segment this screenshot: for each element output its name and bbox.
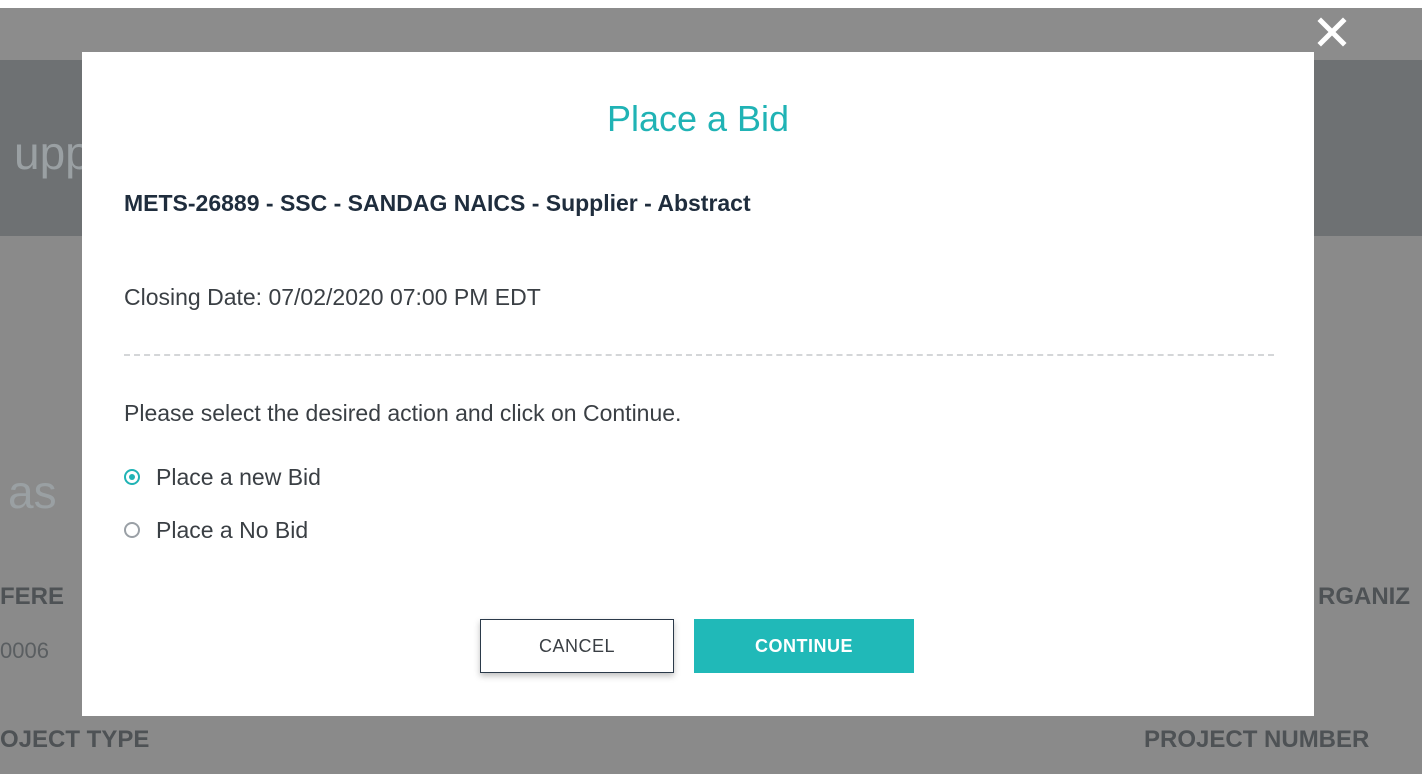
option-label: Place a No Bid	[156, 516, 309, 543]
project-number-label: PROJECT NUMBER	[1144, 726, 1370, 753]
bid-name: METS-26889 - SSC - SANDAG NAICS - Suppli…	[124, 190, 751, 216]
place-bid-dialog: Place a Bid METS-26889 - SSC - SANDAG NA…	[82, 52, 1314, 716]
reference-label: FERE	[0, 583, 65, 610]
closing-date: Closing Date: 07/02/2020 07:00 PM EDT	[124, 284, 541, 310]
browser-top-strip	[0, 0, 1422, 8]
radio-button-checked[interactable]	[124, 469, 140, 485]
close-icon[interactable]	[1314, 14, 1350, 50]
close-icon-glyph	[1317, 17, 1347, 47]
option-place-new-bid[interactable]: Place a new Bid	[124, 462, 321, 492]
radio-button-unchecked[interactable]	[124, 522, 140, 538]
option-place-no-bid[interactable]: Place a No Bid	[124, 515, 308, 545]
page-section-title: as	[8, 466, 57, 518]
cancel-button[interactable]: CANCEL	[480, 619, 674, 673]
organization-label: RGANIZ	[1318, 583, 1410, 610]
page-header-title: upp	[14, 127, 91, 179]
reference-value: 0006	[0, 638, 49, 663]
continue-button[interactable]: CONTINUE	[694, 619, 914, 673]
dialog-title: Place a Bid	[606, 98, 790, 139]
project-type-label: OJECT TYPE	[0, 726, 150, 753]
option-label: Place a new Bid	[156, 463, 321, 490]
dashed-divider	[124, 354, 1274, 356]
instruction-text: Please select the desired action and cli…	[124, 400, 682, 426]
